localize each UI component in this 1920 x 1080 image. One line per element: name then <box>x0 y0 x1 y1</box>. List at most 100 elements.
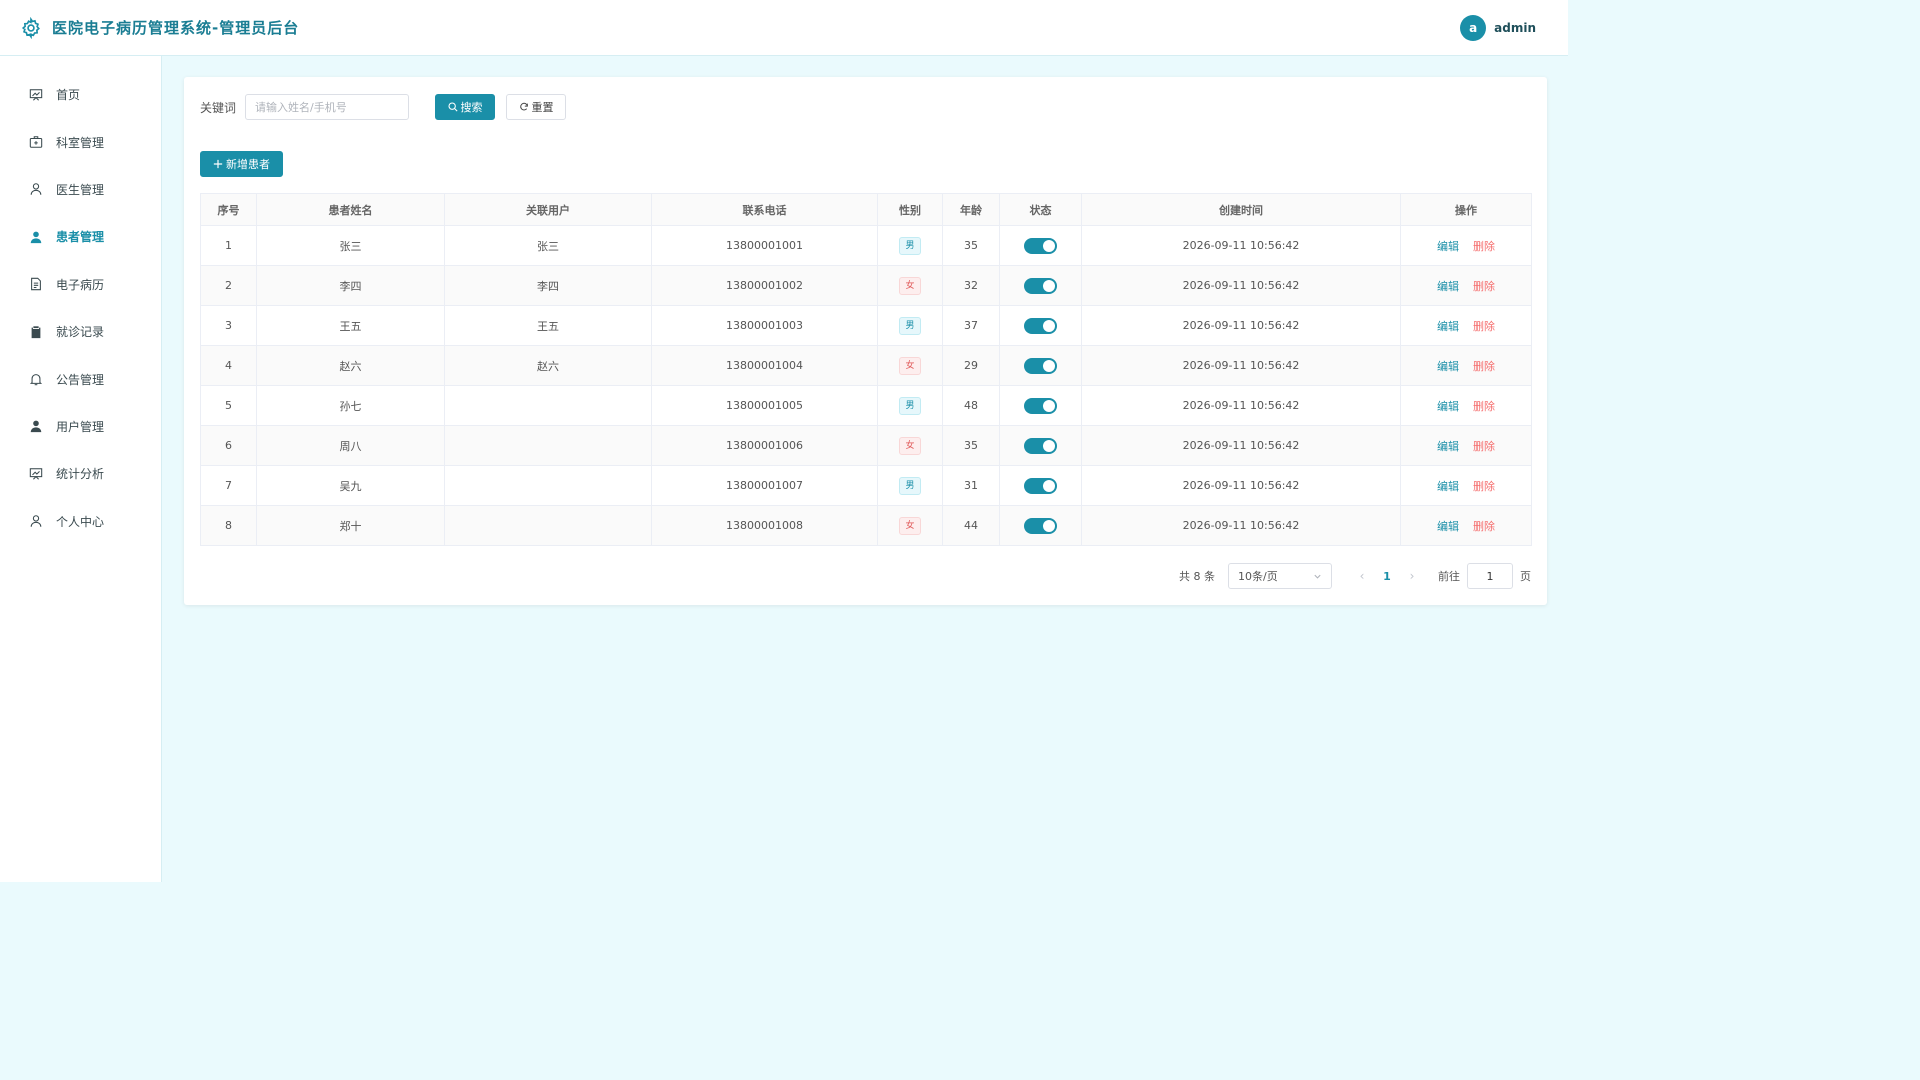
edit-link[interactable]: 编辑 <box>1437 280 1459 293</box>
cell-actions: 编辑 删除 <box>1400 505 1532 546</box>
column-header: 序号 <box>200 193 257 226</box>
brand: 医院电子病历管理系统-管理员后台 <box>20 16 300 39</box>
cell-actions: 编辑 删除 <box>1400 425 1532 466</box>
status-toggle[interactable] <box>1024 477 1057 494</box>
cell-age: 32 <box>942 265 1000 306</box>
search-bar: 关键词 搜索 重置 <box>200 94 567 120</box>
edit-link[interactable]: 编辑 <box>1437 520 1459 533</box>
delete-link[interactable]: 删除 <box>1473 480 1495 493</box>
cell-age: 31 <box>942 465 1000 506</box>
cell-phone: 13800001001 <box>651 225 878 266</box>
delete-link[interactable]: 删除 <box>1473 400 1495 413</box>
cell-gender: 男 <box>877 465 943 506</box>
delete-link[interactable]: 删除 <box>1473 440 1495 453</box>
gender-tag: 女 <box>899 436 921 455</box>
cell-linked-user <box>444 465 652 506</box>
sidebar-item-doctors[interactable]: 医生管理 <box>0 166 161 213</box>
cell-gender: 女 <box>877 425 943 466</box>
cell-actions: 编辑 删除 <box>1400 265 1532 306</box>
cell-linked-user: 王五 <box>444 305 652 346</box>
page-jump-input[interactable] <box>1467 563 1513 589</box>
cell-patient-name: 郑十 <box>256 505 445 546</box>
app-title: 医院电子病历管理系统-管理员后台 <box>52 19 300 37</box>
sidebar-item-statistics[interactable]: 统计分析 <box>0 450 161 497</box>
page-number-current[interactable]: 1 <box>1372 570 1402 583</box>
delete-link[interactable]: 删除 <box>1473 360 1495 373</box>
delete-link[interactable]: 删除 <box>1473 520 1495 533</box>
user-outline-icon <box>30 183 42 196</box>
cell-index: 6 <box>200 425 257 466</box>
clipboard-icon <box>31 325 41 338</box>
avatar[interactable]: a <box>1460 14 1487 41</box>
table-row: 6 周八 13800001006 女 35 2026-09-11 10:56:42 编辑 删除 <box>200 425 1532 466</box>
status-toggle[interactable] <box>1024 317 1057 334</box>
delete-link[interactable]: 删除 <box>1473 240 1495 253</box>
status-toggle[interactable] <box>1024 397 1057 414</box>
cell-status <box>999 345 1082 386</box>
edit-link[interactable]: 编辑 <box>1437 320 1459 333</box>
next-page-button[interactable]: › <box>1402 569 1422 583</box>
sidebar-item-departments[interactable]: 科室管理 <box>0 118 161 165</box>
gender-tag: 女 <box>899 356 921 375</box>
cell-created-time: 2026-09-11 10:56:42 <box>1081 465 1401 506</box>
toggle-knob <box>1043 399 1055 412</box>
reset-button[interactable]: 重置 <box>506 94 567 120</box>
bell-icon <box>29 374 43 386</box>
gender-tag: 女 <box>899 276 921 295</box>
cell-created-time: 2026-09-11 10:56:42 <box>1081 505 1401 546</box>
cell-phone: 13800001005 <box>651 385 878 426</box>
sidebar-item-label: 患者管理 <box>56 230 105 245</box>
status-toggle[interactable] <box>1024 517 1057 534</box>
edit-link[interactable]: 编辑 <box>1437 400 1459 413</box>
status-toggle[interactable] <box>1024 277 1057 294</box>
edit-link[interactable]: 编辑 <box>1437 360 1459 373</box>
cell-index: 3 <box>200 305 257 346</box>
cell-patient-name: 吴九 <box>256 465 445 506</box>
pagination: 共 8 条 10条/页 ‹ 1 › 前往 页 <box>1179 563 1531 589</box>
cell-gender: 女 <box>877 505 943 546</box>
cell-phone: 13800001006 <box>651 425 878 466</box>
page-size-select[interactable]: 10条/页 <box>1228 563 1332 589</box>
edit-link[interactable]: 编辑 <box>1437 480 1459 493</box>
gender-tag: 男 <box>899 316 921 335</box>
cell-patient-name: 孙七 <box>256 385 445 426</box>
sidebar-item-visit-records[interactable]: 就诊记录 <box>0 308 161 355</box>
delete-link[interactable]: 删除 <box>1473 280 1495 293</box>
username[interactable]: admin <box>1494 21 1536 35</box>
column-header: 患者姓名 <box>256 193 445 226</box>
user-menu[interactable]: a admin <box>1460 14 1536 41</box>
cell-index: 2 <box>200 265 257 306</box>
edit-link[interactable]: 编辑 <box>1437 440 1459 453</box>
sidebar-item-profile[interactable]: 个人中心 <box>0 498 161 545</box>
search-button-label: 搜索 <box>460 101 483 114</box>
delete-link[interactable]: 删除 <box>1473 320 1495 333</box>
cell-age: 48 <box>942 385 1000 426</box>
status-toggle[interactable] <box>1024 437 1057 454</box>
cell-age: 35 <box>942 425 1000 466</box>
cell-phone: 13800001003 <box>651 305 878 346</box>
reset-button-label: 重置 <box>531 101 554 114</box>
sidebar-item-announcements[interactable]: 公告管理 <box>0 355 161 402</box>
sidebar-item-home[interactable]: 首页 <box>0 71 161 118</box>
toggle-knob <box>1043 319 1055 332</box>
search-label: 关键词 <box>200 100 237 115</box>
sidebar-item-patients[interactable]: 患者管理 <box>0 213 161 260</box>
sidebar-item-users[interactable]: 用户管理 <box>0 403 161 450</box>
table-body: 1 张三 张三 13800001001 男 35 2026-09-11 10:56:42 编辑… <box>200 225 1532 546</box>
cell-gender: 男 <box>877 385 943 426</box>
status-toggle[interactable] <box>1024 357 1057 374</box>
cell-patient-name: 李四 <box>256 265 445 306</box>
sidebar-item-medical-records[interactable]: 电子病历 <box>0 261 161 308</box>
search-input[interactable] <box>245 94 410 120</box>
search-button[interactable]: 搜索 <box>435 94 496 120</box>
cell-phone: 13800001007 <box>651 465 878 506</box>
cell-linked-user <box>444 385 652 426</box>
cell-linked-user <box>444 505 652 546</box>
cell-actions: 编辑 删除 <box>1400 345 1532 386</box>
add-patient-button[interactable]: 新增患者 <box>200 151 283 177</box>
prev-page-button[interactable]: ‹ <box>1352 569 1372 583</box>
status-toggle[interactable] <box>1024 237 1057 254</box>
column-header: 性别 <box>877 193 943 226</box>
edit-link[interactable]: 编辑 <box>1437 240 1459 253</box>
column-header: 创建时间 <box>1081 193 1401 226</box>
